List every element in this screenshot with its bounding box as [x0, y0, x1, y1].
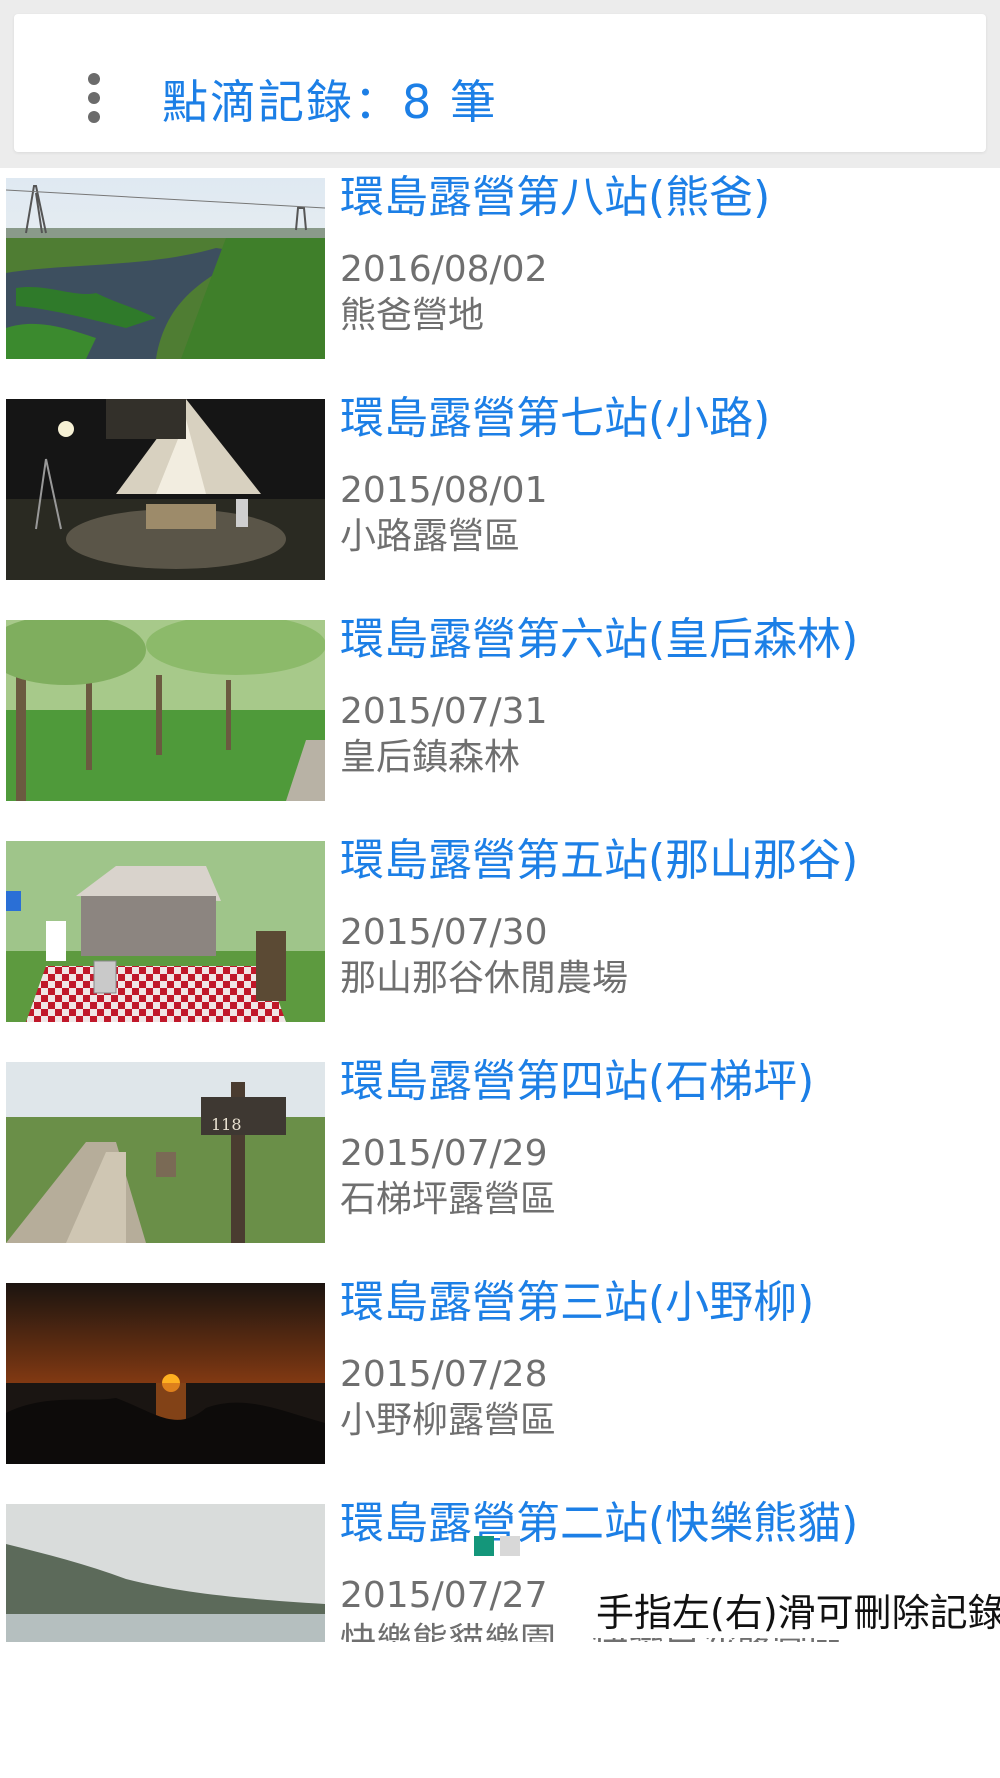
page-title: 點滴記錄：8 筆: [162, 75, 498, 129]
record-date: 2015/07/31: [340, 691, 548, 732]
record-title: 環島露營第三站(小野柳): [340, 1277, 815, 1328]
bottom-area: [0, 1642, 1000, 1778]
list-item[interactable]: 環島露營第五站(那山那谷) 2015/07/30 那山那谷休閒農場: [0, 831, 1000, 1054]
list-item[interactable]: 環島露營第六站(皇后森林) 2015/07/31 皇后鎮森林: [0, 610, 1000, 833]
record-title: 環島露營第五站(那山那谷): [340, 835, 859, 886]
record-title: 環島露營第八站(熊爸): [340, 172, 771, 223]
header-card: 點滴記錄：8 筆: [14, 14, 986, 152]
list-item[interactable]: 環島露營第八站(熊爸) 2016/08/02 熊爸營地: [0, 168, 1000, 391]
svg-text:118: 118: [211, 1115, 242, 1134]
swipe-hint-toast: 手指左(右)滑可刪除記錄: [592, 1588, 1000, 1638]
loading-indicator: [474, 1536, 526, 1556]
record-date: 2016/08/02: [340, 249, 548, 290]
app-header: 點滴記錄：8 筆: [0, 0, 1000, 168]
list-item[interactable]: 環島露營第三站(小野柳) 2015/07/28 小野柳露營區: [0, 1273, 1000, 1496]
record-title: 環島露營第七站(小路): [340, 393, 771, 444]
record-thumbnail: [6, 178, 325, 359]
record-thumbnail: 118: [6, 1062, 325, 1243]
record-thumbnail: [6, 620, 325, 801]
record-date: 2015/07/29: [340, 1133, 548, 1174]
list-item[interactable]: 118 環島露營第四站(石梯坪) 2015/07/29 石梯坪露營區: [0, 1052, 1000, 1275]
record-date: 2015/07/30: [340, 912, 548, 953]
record-thumbnail: [6, 1283, 325, 1464]
record-title: 環島露營第四站(石梯坪): [340, 1056, 815, 1107]
record-place: 熊爸營地: [340, 295, 485, 336]
record-place: 那山那谷休閒農場: [340, 958, 629, 999]
record-list[interactable]: 環島露營第八站(熊爸) 2016/08/02 熊爸營地 環島露營第七站(小路) …: [0, 168, 1000, 1642]
record-title: 環島露營第二站(快樂熊貓): [340, 1498, 859, 1549]
record-place: 石梯坪露營區: [340, 1179, 557, 1220]
record-thumbnail: [6, 841, 325, 1022]
record-place: 小路露營區: [340, 516, 521, 557]
record-date: 2015/07/27: [340, 1575, 548, 1616]
list-item[interactable]: 環島露營第七站(小路) 2015/08/01 小路露營區: [0, 389, 1000, 612]
record-place: 皇后鎮森林: [340, 737, 521, 778]
record-title: 環島露營第六站(皇后森林): [340, 614, 859, 665]
record-date: 2015/08/01: [340, 470, 548, 511]
record-thumbnail: [6, 1504, 325, 1642]
record-date: 2015/07/28: [340, 1354, 548, 1395]
more-vert-icon[interactable]: [70, 54, 118, 142]
record-place: 小野柳露營區: [340, 1400, 557, 1441]
record-thumbnail: [6, 399, 325, 580]
